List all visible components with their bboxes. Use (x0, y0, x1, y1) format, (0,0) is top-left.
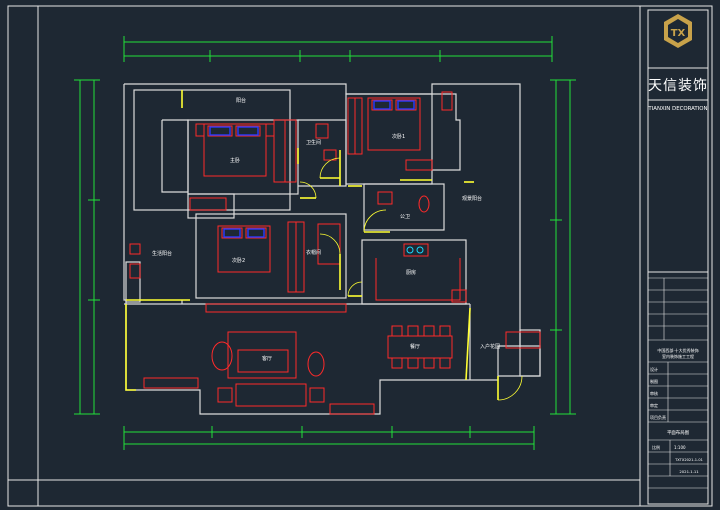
label-laundry: 生活阳台 (152, 250, 172, 257)
drawing-number: TXTX2021-1-01 (674, 458, 703, 462)
floor-plan-drawing: 阳台 主卧 次卧1 卫生间 公卫 观景阳台 次卧2 衣帽间 生活阳台 厨房 餐厅… (7, 5, 713, 507)
title-block: TX 天信装饰 TIANXIN DECORATION 中国西部·十大优秀装饰 室… (647, 14, 708, 489)
row-label-review: 审核 (650, 390, 658, 396)
label-dining: 餐厅 (410, 343, 420, 350)
brand-en: TIANXIN DECORATION (647, 106, 707, 112)
brand-cn: 天信装饰 (648, 78, 708, 94)
label-balcony-top: 阳台 (236, 97, 246, 104)
kitchen-hob (406, 246, 424, 254)
label-bedroom-2: 次卧2 (232, 257, 245, 264)
furniture (129, 91, 541, 415)
drawing-date: 2021.1.11 (679, 469, 699, 474)
scale-value: 1:100 (674, 445, 686, 450)
row-label-lead: 项目负责 (650, 414, 666, 420)
label-balcony-right: 观景阳台 (462, 195, 482, 202)
label-closet: 衣帽间 (306, 249, 321, 256)
company-logo-icon: TX (664, 14, 692, 48)
row-label-approve: 审定 (650, 402, 658, 408)
scale-label: 比例 (652, 444, 660, 450)
door-swings (299, 157, 523, 401)
sheet-frame (7, 5, 713, 507)
row-label-design: 设计 (650, 366, 658, 372)
label-bath-1: 卫生间 (306, 139, 321, 146)
project-line-1: 中国西部·十大优秀装饰 (657, 347, 698, 353)
pillow-accents (209, 100, 415, 238)
label-entrance: 入户花园 (480, 343, 500, 350)
label-living: 客厅 (262, 355, 272, 362)
row-label-draft: 制图 (650, 378, 658, 384)
project-line-2: 室内装饰施工工程 (662, 353, 694, 359)
label-bedroom-right: 次卧1 (392, 133, 405, 140)
drawing-title: 平面布局图 (667, 429, 690, 436)
label-kitchen: 厨房 (406, 269, 416, 276)
walls (123, 83, 541, 415)
label-master-bedroom: 主卧 (230, 157, 240, 164)
label-bath-2: 公卫 (400, 214, 410, 220)
logo-lettering: TX (671, 28, 686, 39)
